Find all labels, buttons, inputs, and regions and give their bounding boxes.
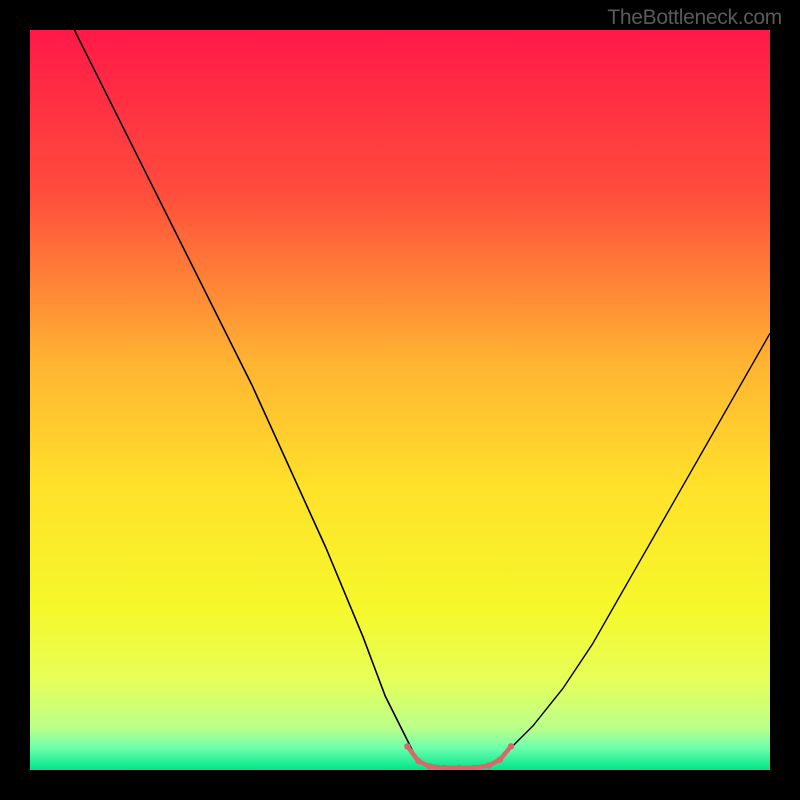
watermark-text: TheBottleneck.com: [607, 6, 782, 30]
floor-dot: [426, 763, 432, 769]
floor-dot: [404, 743, 410, 749]
floor-dot: [486, 762, 492, 768]
chart-container: TheBottleneck.com: [0, 0, 800, 800]
curve-layer: [30, 30, 770, 770]
floor-dot: [508, 743, 514, 749]
floor-dot: [497, 756, 503, 762]
floor-dot: [415, 758, 421, 764]
floor-dot: [456, 765, 462, 770]
series-right-curve: [504, 333, 770, 755]
series-floor-segment: [407, 746, 511, 767]
series-left-curve: [74, 30, 414, 755]
plot-area: [30, 30, 770, 770]
